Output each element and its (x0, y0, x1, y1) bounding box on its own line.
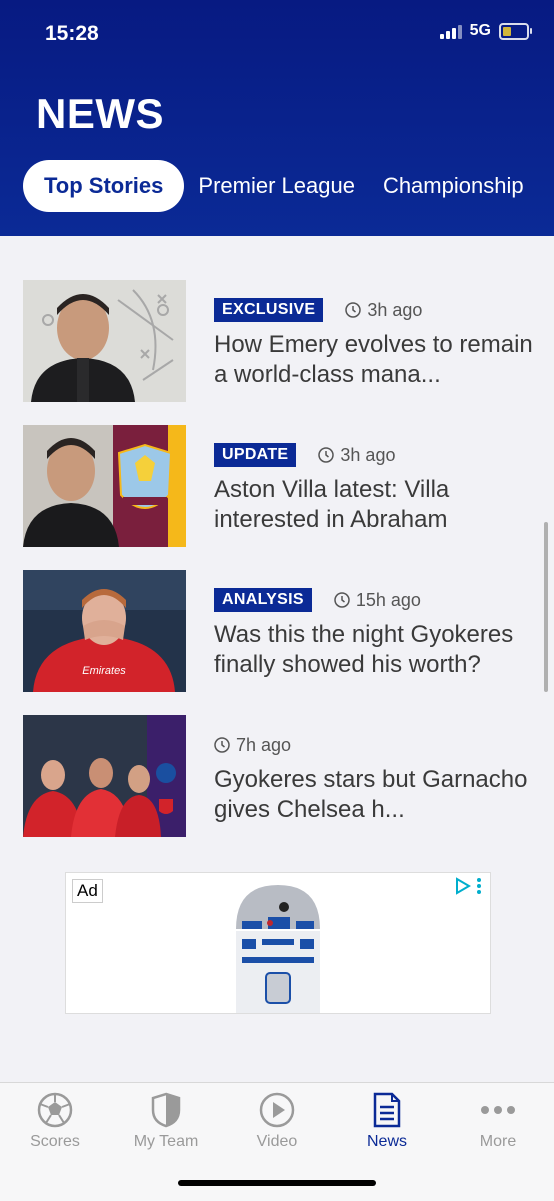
article-item[interactable]: 7h ago Gyokeres stars but Garnacho gives… (23, 715, 533, 837)
article-headline[interactable]: How Emery evolves to remain a world-clas… (214, 330, 536, 390)
article-meta: 7h ago (214, 733, 291, 757)
clock-icon (345, 302, 362, 318)
tab-premier-league[interactable]: Premier League (198, 173, 355, 199)
ad-image (236, 885, 320, 1013)
article-timestamp: 15h ago (334, 590, 421, 611)
article-headline[interactable]: Gyokeres stars but Garnacho gives Chelse… (214, 765, 536, 825)
clock-icon (214, 737, 230, 753)
status-time: 15:28 (45, 22, 99, 45)
nav-video[interactable]: Video (227, 1091, 327, 1151)
article-meta: EXCLUSIVE 3h ago (214, 298, 422, 322)
article-thumbnail: Emirates (23, 570, 186, 692)
article-time: 7h ago (236, 734, 292, 755)
page-title: NEWS (36, 90, 164, 137)
status-indicators: 5G (439, 22, 532, 40)
article-headline[interactable]: Aston Villa latest: Villa interested in … (214, 475, 536, 535)
ad-label: Ad (72, 879, 103, 903)
scrollbar[interactable] (544, 522, 548, 692)
play-icon (259, 1092, 295, 1128)
tab-championship[interactable]: Championship (383, 173, 524, 199)
ad-choices[interactable] (454, 877, 482, 895)
network-type: 5G (469, 22, 491, 39)
document-icon (373, 1092, 401, 1128)
article-headline[interactable]: Was this the night Gyokeres finally show… (214, 620, 536, 680)
article-badge: EXCLUSIVE (214, 298, 324, 322)
article-time: 3h ago (340, 444, 396, 465)
article-thumbnail (23, 280, 186, 402)
tab-top-stories[interactable]: Top Stories (23, 160, 185, 212)
more-dots-icon (481, 1106, 515, 1114)
football-icon (37, 1092, 73, 1128)
article-item[interactable]: Emirates ANALYSIS 15h ago Was this the n… (23, 570, 533, 692)
nav-more[interactable]: More (448, 1091, 548, 1151)
article-time: 15h ago (355, 589, 421, 610)
nav-my-team[interactable]: My Team (116, 1091, 216, 1151)
nav-scores[interactable]: Scores (5, 1091, 105, 1151)
advertisement[interactable]: Ad (65, 872, 491, 1014)
article-time: 3h ago (367, 299, 423, 320)
home-indicator[interactable] (178, 1180, 376, 1186)
article-item[interactable]: UPDATE 3h ago Aston Villa latest: Villa … (23, 425, 533, 547)
article-timestamp: 7h ago (214, 735, 291, 756)
signal-icon (439, 23, 462, 39)
adchoices-icon[interactable] (454, 877, 472, 895)
nav-label: My Team (133, 1133, 199, 1150)
clock-icon (318, 447, 335, 463)
article-timestamp: 3h ago (345, 300, 422, 321)
article-item[interactable]: EXCLUSIVE 3h ago How Emery evolves to re… (23, 280, 533, 402)
nav-label: Scores (30, 1133, 80, 1150)
battery-icon (499, 22, 532, 40)
clock-icon (334, 592, 350, 608)
app-header: 15:28 5G NEWS Top Stories Premier League… (0, 0, 554, 236)
shield-icon (151, 1092, 181, 1128)
nav-label: More (479, 1133, 517, 1150)
article-timestamp: 3h ago (318, 445, 395, 466)
category-tabs: Top Stories Premier League Championship (23, 160, 552, 212)
article-meta: UPDATE 3h ago (214, 443, 395, 467)
more-options-icon[interactable] (476, 877, 482, 895)
nav-label: Video (256, 1133, 298, 1150)
article-badge: UPDATE (214, 443, 297, 467)
svg-text:Emirates: Emirates (82, 665, 126, 677)
nav-news[interactable]: News (337, 1091, 437, 1151)
nav-label: News (366, 1133, 407, 1150)
article-thumbnail (23, 715, 186, 837)
article-thumbnail (23, 425, 186, 547)
article-badge: ANALYSIS (214, 588, 312, 612)
article-meta: ANALYSIS 15h ago (214, 588, 421, 612)
